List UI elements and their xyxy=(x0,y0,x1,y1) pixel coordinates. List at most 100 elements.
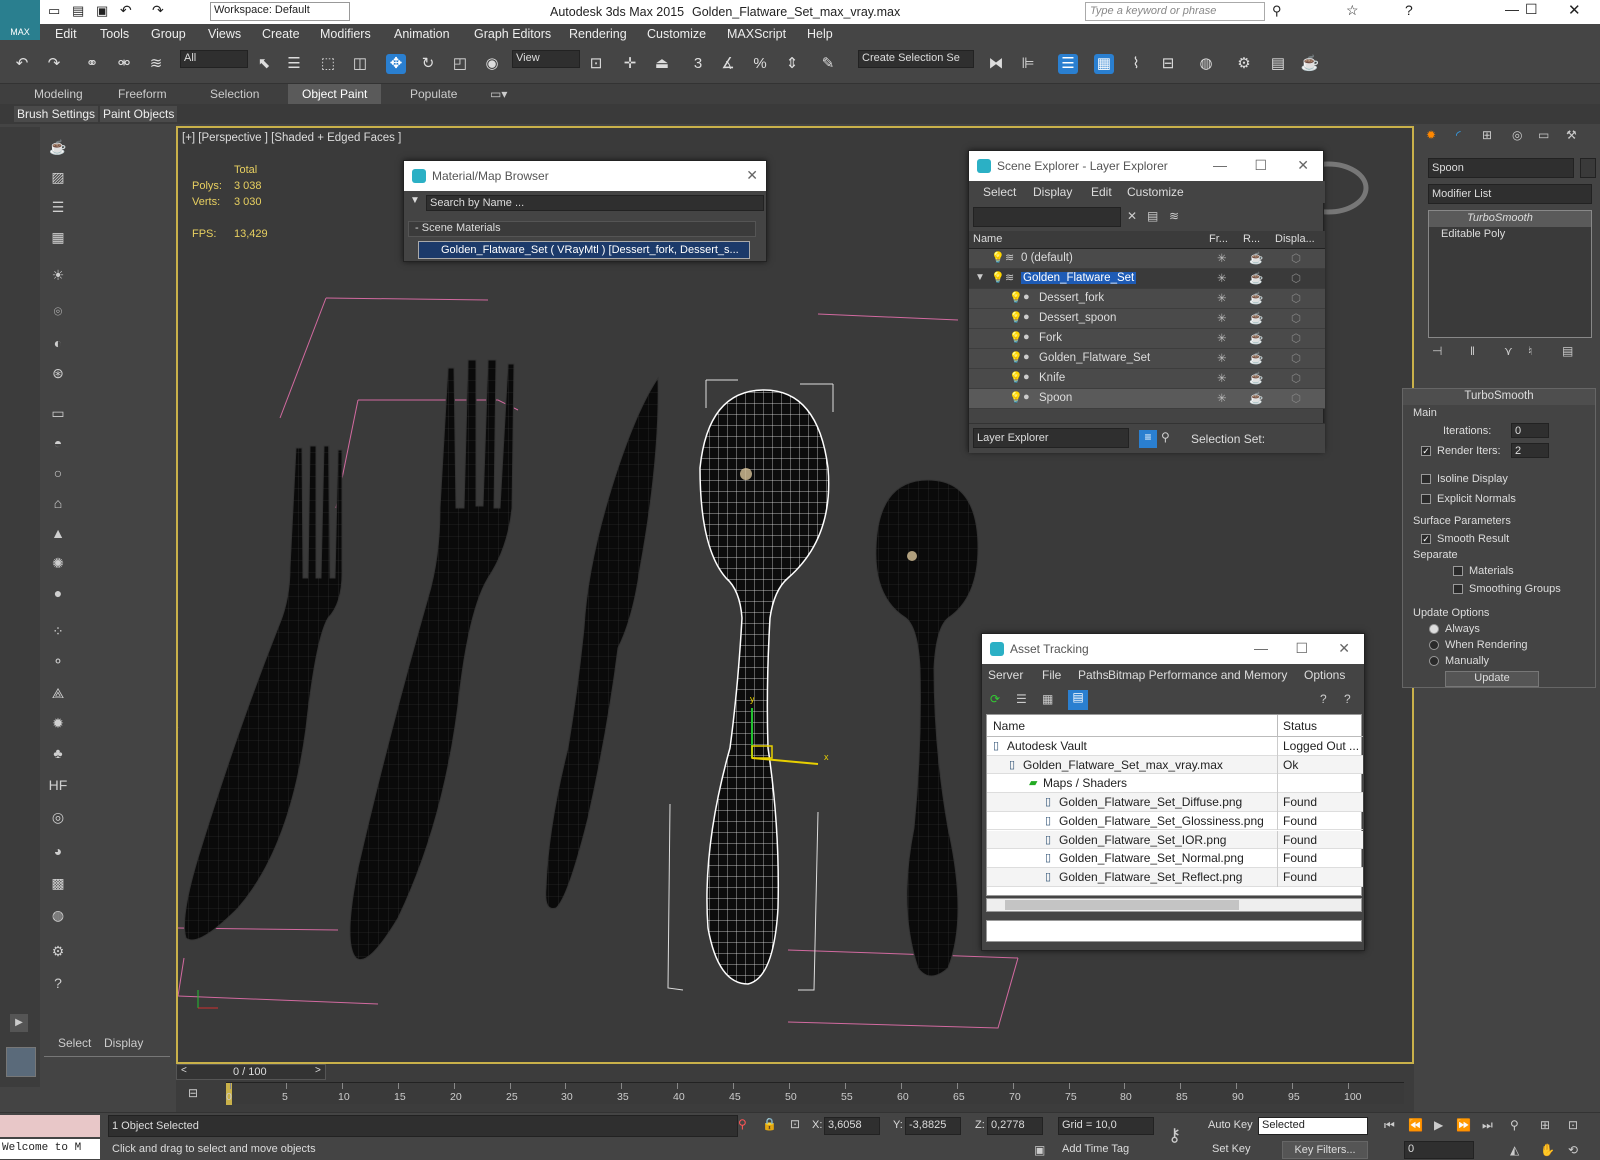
layer-row[interactable]: 💡 ● Dessert_spoon ✳ ☕ ⬡ xyxy=(969,309,1325,329)
edit-named-selection-icon[interactable]: ✎ xyxy=(818,54,838,74)
col-asset-name[interactable]: Name xyxy=(993,719,1025,733)
key-filters-button[interactable]: Key Filters... xyxy=(1282,1141,1368,1159)
asset-row[interactable]: ▯ Autodesk Vault Logged Out ... xyxy=(987,737,1363,756)
sphere-icon[interactable]: ○ xyxy=(48,463,68,483)
smoothing-groups-check[interactable]: Smoothing Groups xyxy=(1453,583,1561,595)
materials-check[interactable]: Materials xyxy=(1453,565,1514,577)
play-icon[interactable]: ▶ xyxy=(1434,1118,1443,1132)
bind-spacewarp-icon[interactable]: ≋ xyxy=(146,54,166,74)
spinner-snap-icon[interactable]: ⇕ xyxy=(782,54,802,74)
freeze-icon[interactable]: ✳ xyxy=(1217,311,1227,325)
visibility-bulb-icon[interactable]: 💡 xyxy=(991,251,1005,264)
redo-icon[interactable]: ↷ xyxy=(152,2,164,19)
menu-tools[interactable]: Tools xyxy=(100,27,129,41)
remove-modifier-icon[interactable]: ♮ xyxy=(1528,344,1532,358)
isoline-check[interactable]: Isoline Display xyxy=(1421,473,1508,485)
next-key-icon[interactable]: ⏩ xyxy=(1456,1118,1471,1132)
timeline-config-icon[interactable]: ⊟ xyxy=(188,1086,198,1100)
visibility-bulb-icon[interactable]: 💡 xyxy=(1009,291,1023,304)
binoculars-icon[interactable]: ⚲ xyxy=(1272,3,1282,19)
settings-icon[interactable]: ⚙ xyxy=(48,941,68,961)
minimize-icon[interactable]: — xyxy=(1505,1,1519,17)
display-box-icon[interactable]: ⬡ xyxy=(1291,371,1301,385)
paint-objects-button[interactable]: Paint Objects xyxy=(100,106,178,122)
camera-icon[interactable]: ⌾ xyxy=(48,301,68,321)
material-search-input[interactable]: Search by Name ... xyxy=(426,195,764,211)
motion-tab-icon[interactable]: ◎ xyxy=(1512,128,1522,142)
always-radio[interactable]: Always xyxy=(1429,623,1480,635)
sun-icon[interactable]: ✺ xyxy=(48,553,68,573)
texture-icon[interactable]: ◎ xyxy=(48,807,68,827)
film-icon[interactable]: ⊛ xyxy=(48,363,68,383)
col-asset-status[interactable]: Status xyxy=(1283,719,1317,733)
undo-icon[interactable]: ↶ xyxy=(120,2,132,19)
layer-row[interactable]: 💡 ≋ 0 (default) ✳ ☕ ⬡ xyxy=(969,249,1325,269)
undo-icon[interactable]: ↶ xyxy=(12,54,32,74)
create-tab-icon[interactable]: ✹ xyxy=(1426,128,1436,142)
teapot-icon[interactable]: ☕ xyxy=(48,137,68,157)
manually-radio[interactable]: Manually xyxy=(1429,655,1489,667)
visibility-bulb-icon[interactable]: 💡 xyxy=(1009,371,1023,384)
maxscript-listener-mini[interactable] xyxy=(0,1115,100,1137)
question-icon[interactable]: ? xyxy=(48,973,68,993)
render-teapot-icon[interactable]: ☕ xyxy=(1249,331,1263,345)
menu-maxscript[interactable]: MAXScript xyxy=(727,27,786,41)
horizontal-scrollbar[interactable] xyxy=(986,898,1362,912)
ribbon-options-icon[interactable]: ▭▾ xyxy=(490,87,507,101)
display-box-icon[interactable]: ⬡ xyxy=(1291,251,1301,265)
reference-coordinate-select[interactable]: View xyxy=(512,50,580,68)
make-unique-icon[interactable]: ⋎ xyxy=(1504,344,1513,358)
layer-explorer-icon[interactable]: ☰ xyxy=(1058,54,1078,74)
at-menu-file[interactable]: File xyxy=(1042,668,1061,682)
close-icon[interactable]: ✕ xyxy=(1568,1,1581,19)
layers-mode-icon[interactable]: ≡ xyxy=(1139,430,1157,448)
workspace-select[interactable]: Workspace: Default xyxy=(210,2,350,21)
move-icon[interactable]: ✥ xyxy=(386,54,406,74)
se-menu-edit[interactable]: Edit xyxy=(1091,185,1112,199)
time-slider[interactable]: < 0 / 100 > xyxy=(176,1064,326,1080)
visibility-bulb-icon[interactable]: 💡 xyxy=(1009,391,1023,404)
go-to-end-icon[interactable]: ⏭ xyxy=(1482,1118,1493,1133)
fov-icon[interactable]: ◭ xyxy=(1510,1143,1519,1157)
welcome-field[interactable]: Welcome to M xyxy=(0,1139,100,1159)
hair-icon[interactable]: HF xyxy=(48,775,68,795)
key-icon[interactable]: ⚷ xyxy=(1168,1125,1181,1146)
set-key-button[interactable]: Set Key xyxy=(1212,1143,1251,1155)
maximize-icon[interactable]: ☐ xyxy=(1295,640,1308,657)
freeze-icon[interactable]: ✳ xyxy=(1217,391,1227,405)
col-name[interactable]: Name xyxy=(973,233,1002,245)
manipulate-icon[interactable]: ✛ xyxy=(620,54,640,74)
keyboard-shortcut-icon[interactable]: ⏏ xyxy=(652,54,672,74)
expand-icon[interactable]: ▶ xyxy=(10,1014,28,1032)
z-coordinate[interactable]: 0,2778 xyxy=(987,1117,1043,1135)
hierarchy-tab-icon[interactable]: ⊞ xyxy=(1482,128,1492,142)
layer-options-icon[interactable]: ≋ xyxy=(1169,209,1179,223)
render-iters-input[interactable]: 2 xyxy=(1511,443,1549,458)
freeze-icon[interactable]: ✳ xyxy=(1217,251,1227,265)
list-view-icon[interactable]: ☰ xyxy=(1016,692,1027,706)
x-coordinate[interactable]: 3,6058 xyxy=(824,1117,880,1135)
layer-row[interactable]: ▼ 💡 ≋ Golden_Flatware_Set ✳ ☕ ⬡ xyxy=(969,269,1325,289)
render-teapot-icon[interactable]: ☕ xyxy=(1249,371,1263,385)
stack-turbosmooth[interactable]: TurboSmooth xyxy=(1429,211,1591,227)
left-select-tab[interactable]: Select xyxy=(58,1036,91,1050)
star-icon[interactable]: ☆ xyxy=(1346,2,1359,19)
open-icon[interactable]: ▤ xyxy=(72,3,84,19)
grass-icon[interactable]: ♣ xyxy=(48,743,68,763)
brush-settings-button[interactable]: Brush Settings xyxy=(14,106,99,122)
gizmo-icon[interactable]: ⟁ xyxy=(48,683,68,703)
modify-tab-icon[interactable]: ◜ xyxy=(1456,128,1461,142)
next-frame-icon[interactable]: > xyxy=(315,1065,321,1076)
box-icon[interactable]: ▭ xyxy=(48,403,68,423)
rotate-icon[interactable]: ↻ xyxy=(418,54,438,74)
display-box-icon[interactable]: ⬡ xyxy=(1291,271,1301,285)
absolute-mode-icon[interactable]: ⊡ xyxy=(790,1117,800,1131)
lock-icon[interactable]: 🔒 xyxy=(762,1117,777,1131)
menu-customize[interactable]: Customize xyxy=(647,27,706,41)
utilities-tab-icon[interactable]: ⚒ xyxy=(1566,128,1577,142)
perspective-viewport[interactable]: [+] [Perspective ] [Shaded + Edged Faces… xyxy=(176,126,1414,1064)
object-color-swatch[interactable] xyxy=(1580,158,1596,178)
percent-snap-icon[interactable]: % xyxy=(750,54,770,74)
render-teapot-icon[interactable]: ☕ xyxy=(1249,271,1263,285)
iterations-input[interactable]: 0 xyxy=(1511,423,1549,438)
